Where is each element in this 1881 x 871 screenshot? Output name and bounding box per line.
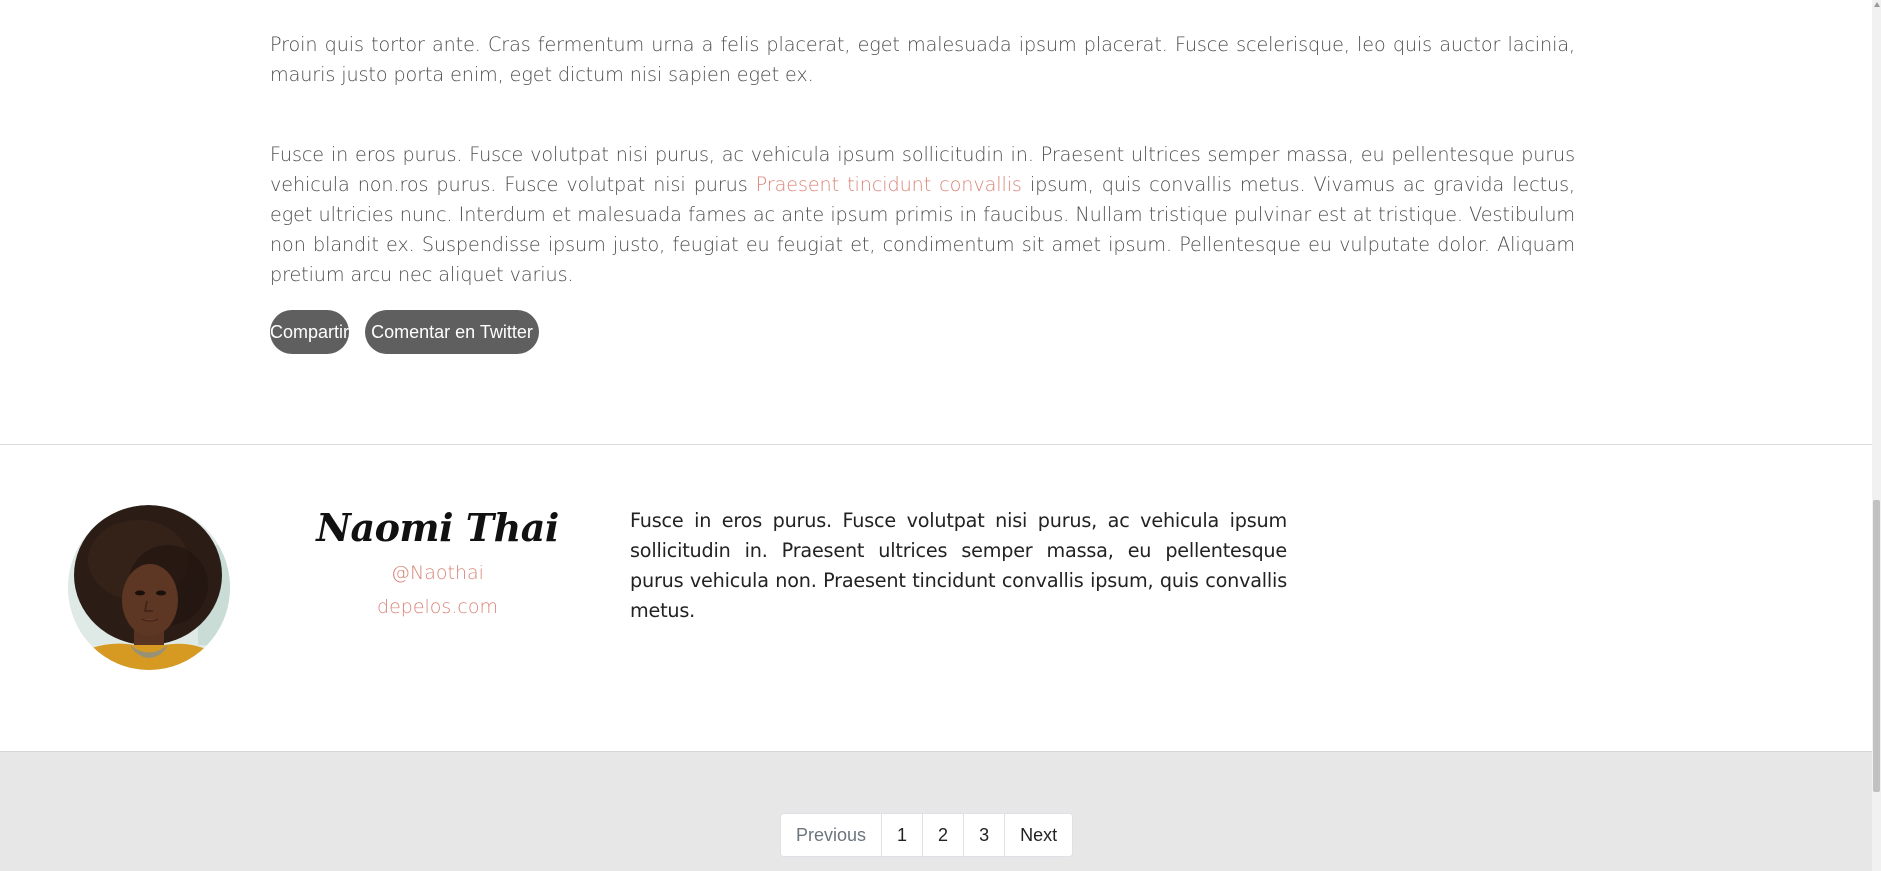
author-bio: Fusce in eros purus. Fusce volutpat nisi… [630, 509, 1287, 622]
inline-link[interactable]: Praesent tincidunt convallis [756, 173, 1022, 196]
footer: Previous 1 2 3 Next [0, 751, 1872, 871]
pagination-page-1[interactable]: 1 [882, 814, 924, 856]
author-avatar [68, 505, 230, 670]
article-paragraph-2: Fusce in eros purus. Fusce volutpat nisi… [270, 140, 1575, 290]
author-website-link[interactable]: depelos.com [300, 590, 575, 624]
article-paragraph-1: Proin quis tortor ante. Cras fermentum u… [270, 33, 1575, 86]
section-divider [0, 444, 1872, 445]
share-button[interactable]: Compartir [270, 310, 349, 354]
pagination-previous[interactable]: Previous [781, 814, 883, 856]
author-handle-link[interactable]: @Naothai [300, 556, 575, 590]
page: Proin quis tortor ante. Cras fermentum u… [0, 0, 1881, 871]
pagination-page-3[interactable]: 3 [964, 814, 1006, 856]
pagination-next[interactable]: Next [1005, 814, 1073, 856]
author-avatar-illustration [68, 505, 230, 670]
vertical-scrollbar[interactable] [1872, 0, 1881, 871]
pagination: Previous 1 2 3 Next [780, 813, 1074, 857]
article-actions: Compartir Comentar en Twitter [270, 310, 539, 354]
pagination-page-2[interactable]: 2 [923, 814, 965, 856]
author-name: Naomi Thai [316, 505, 559, 550]
scroll-up-arrow-icon[interactable] [1874, 2, 1880, 7]
author-meta: Naomi Thai @Naothai depelos.com [300, 500, 575, 624]
comment-on-twitter-button[interactable]: Comentar en Twitter [365, 310, 539, 354]
scrollbar-thumb[interactable] [1873, 500, 1880, 792]
